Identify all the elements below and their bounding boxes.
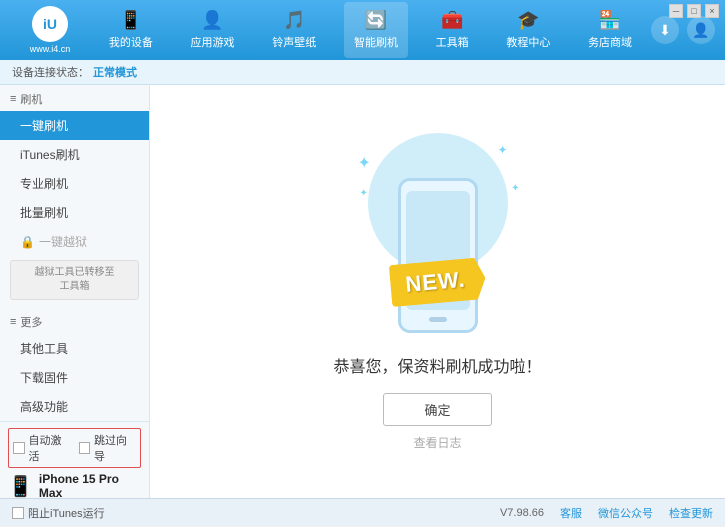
tab-smart-flash-label: 智能刷机 xyxy=(354,34,398,50)
phone-illustration xyxy=(398,178,478,333)
view-log-link[interactable]: 查看日志 xyxy=(413,434,461,451)
tab-ringtones-label: 铃声壁纸 xyxy=(272,34,316,50)
sidebar-item-download-firmware[interactable]: 下载固件 xyxy=(0,363,149,392)
my-device-icon: 📱 xyxy=(120,10,142,31)
footer: 阻止iTunes运行 V7.98.66 客服 微信公众号 检查更新 xyxy=(0,498,725,526)
sidebar-item-advanced[interactable]: 高级功能 xyxy=(0,392,149,421)
tab-ringtones[interactable]: 🎵 铃声壁纸 xyxy=(262,2,326,58)
smart-flash-icon: 🔄 xyxy=(365,10,387,31)
auto-activate-checkbox[interactable] xyxy=(13,442,25,454)
tab-toolbox[interactable]: 🧰 工具箱 xyxy=(426,2,479,58)
close-button[interactable]: × xyxy=(705,4,719,18)
main-layout: ≡ 刷机 一键刷机 iTunes刷机 专业刷机 批量刷机 🔒 一键越狱 越狱工具… xyxy=(0,85,725,498)
lock-icon: 🔒 xyxy=(20,235,35,249)
sidebar-item-other-tools[interactable]: 其他工具 xyxy=(0,334,149,363)
sidebar-item-pro-flash[interactable]: 专业刷机 xyxy=(0,169,149,198)
note-line2: 工具箱 xyxy=(60,281,90,292)
device-area: 自动激活 跳过向导 📱 iPhone 15 Pro Max 512GB iPho… xyxy=(0,421,149,498)
check-update-link[interactable]: 检查更新 xyxy=(669,505,713,521)
tab-my-device-label: 我的设备 xyxy=(109,34,153,50)
download-firmware-label: 下载固件 xyxy=(20,371,68,385)
flash-section-label: 刷机 xyxy=(20,91,42,107)
user-button[interactable]: 👤 xyxy=(687,16,715,44)
sparkle-4: ✦ xyxy=(360,188,368,199)
more-section-header: ≡ 更多 xyxy=(0,308,149,334)
jailbreak-note: 越狱工具已转移至 工具箱 xyxy=(10,260,139,300)
header: iU www.i4.cn 📱 我的设备 👤 应用游戏 🎵 铃声壁纸 🔄 智能刷机… xyxy=(0,0,725,60)
success-illustration: ✦ ✦ ✦ ✦ NEW. xyxy=(348,133,528,333)
sidebar-item-itunes-flash[interactable]: iTunes刷机 xyxy=(0,140,149,169)
sparkle-3: ✦ xyxy=(511,183,519,194)
tab-app-games-label: 应用游戏 xyxy=(191,34,235,50)
device-phone-icon: 📱 xyxy=(8,474,33,498)
content-area: ✦ ✦ ✦ ✦ NEW. 恭喜您，保资料刷机成功啦！ 确定 查看日志 xyxy=(150,85,725,498)
itunes-checkbox[interactable] xyxy=(12,507,24,519)
auto-guide-label: 跳过向导 xyxy=(94,432,136,464)
tutorials-icon: 🎓 xyxy=(517,10,539,31)
customer-service-link[interactable]: 客服 xyxy=(560,505,582,521)
footer-right: V7.98.66 客服 微信公众号 检查更新 xyxy=(500,505,713,521)
auto-guide-checkbox[interactable] xyxy=(79,442,91,454)
tab-app-games[interactable]: 👤 应用游戏 xyxy=(181,2,245,58)
logo-icon: iU xyxy=(32,6,68,42)
auto-activate-label: 自动激活 xyxy=(29,432,71,464)
tab-tutorials[interactable]: 🎓 教程中心 xyxy=(496,2,560,58)
phone-home-button xyxy=(429,317,447,322)
device-info: 📱 iPhone 15 Pro Max 512GB iPhone xyxy=(8,472,141,498)
shop-icon: 🏪 xyxy=(599,10,621,31)
one-click-flash-label: 一键刷机 xyxy=(20,119,68,133)
pro-flash-label: 专业刷机 xyxy=(20,177,68,191)
itunes-flash-label: iTunes刷机 xyxy=(20,148,80,162)
tab-smart-flash[interactable]: 🔄 智能刷机 xyxy=(344,2,408,58)
device-name: iPhone 15 Pro Max xyxy=(39,472,141,498)
sparkle-1: ✦ xyxy=(358,153,371,173)
other-tools-label: 其他工具 xyxy=(20,342,68,356)
tab-shop[interactable]: 🏪 务店商域 xyxy=(578,2,642,58)
note-line1: 越狱工具已转移至 xyxy=(35,267,115,278)
maximize-button[interactable]: □ xyxy=(687,4,701,18)
confirm-button[interactable]: 确定 xyxy=(383,393,491,426)
tab-my-device[interactable]: 📱 我的设备 xyxy=(99,2,163,58)
app-games-icon: 👤 xyxy=(201,10,223,31)
tab-shop-label: 务店商域 xyxy=(588,34,632,50)
download-button[interactable]: ⬇ xyxy=(651,16,679,44)
success-message: 恭喜您，保资料刷机成功啦！ xyxy=(333,353,541,377)
sidebar-item-batch-flash[interactable]: 批量刷机 xyxy=(0,198,149,227)
logo-subtext: www.i4.cn xyxy=(30,44,71,54)
flash-section-header: ≡ 刷机 xyxy=(0,85,149,111)
footer-left: 阻止iTunes运行 xyxy=(12,505,105,521)
batch-flash-label: 批量刷机 xyxy=(20,206,68,220)
sidebar-item-jailbreak: 🔒 一键越狱 xyxy=(0,227,149,256)
nav-tabs: 📱 我的设备 👤 应用游戏 🎵 铃声壁纸 🔄 智能刷机 🧰 工具箱 🎓 教程中心… xyxy=(90,0,651,60)
tab-tutorials-label: 教程中心 xyxy=(506,34,550,50)
device-text: iPhone 15 Pro Max 512GB iPhone xyxy=(39,472,141,498)
sidebar-item-one-click-flash[interactable]: 一键刷机 xyxy=(0,111,149,140)
version-text: V7.98.66 xyxy=(500,507,544,519)
tab-toolbox-label: 工具箱 xyxy=(436,34,469,50)
header-right: ⬇ 👤 xyxy=(651,16,715,44)
sidebar: ≡ 刷机 一键刷机 iTunes刷机 专业刷机 批量刷机 🔒 一键越狱 越狱工具… xyxy=(0,85,150,498)
connection-mode: 正常模式 xyxy=(93,64,137,80)
itunes-label: 阻止iTunes运行 xyxy=(28,505,105,521)
toolbox-icon: 🧰 xyxy=(441,10,463,31)
ringtones-icon: 🎵 xyxy=(283,10,305,31)
flash-section-icon: ≡ xyxy=(10,93,16,105)
more-label: 更多 xyxy=(20,314,42,330)
advanced-label: 高级功能 xyxy=(20,400,68,414)
new-badge-text: NEW. xyxy=(404,266,466,297)
wechat-link[interactable]: 微信公众号 xyxy=(598,505,653,521)
jailbreak-label: 一键越狱 xyxy=(39,233,87,250)
minimize-button[interactable]: － xyxy=(669,4,683,18)
sub-header: 设备连接状态： 正常模式 xyxy=(0,60,725,85)
sparkle-2: ✦ xyxy=(497,143,507,157)
more-icon: ≡ xyxy=(10,316,16,328)
connection-prefix: 设备连接状态： xyxy=(12,64,89,80)
auto-activate-row: 自动激活 跳过向导 xyxy=(8,428,141,468)
logo: iU www.i4.cn xyxy=(10,6,90,54)
